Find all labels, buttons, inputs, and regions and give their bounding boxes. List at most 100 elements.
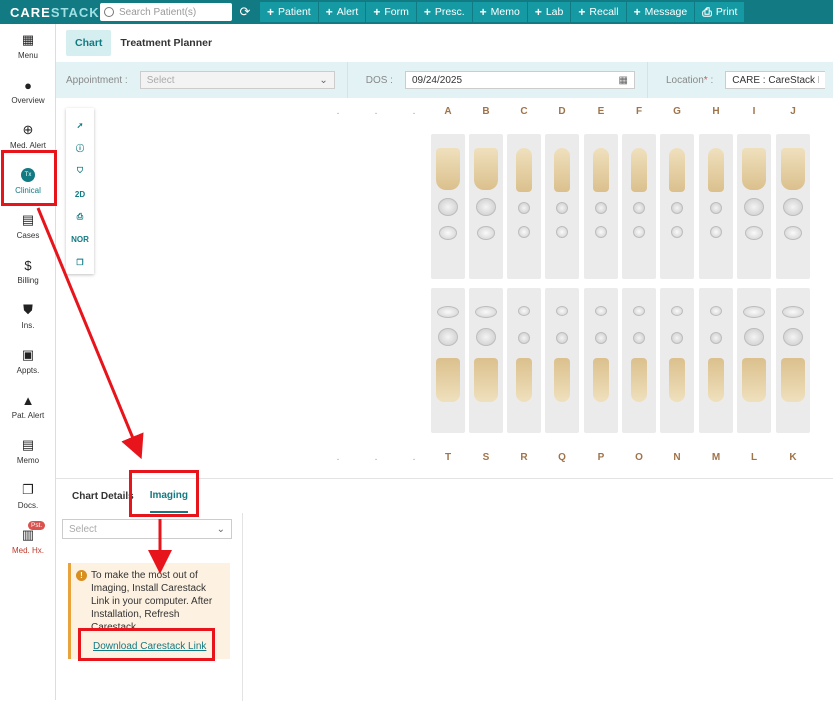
tooth-occlusal-view: [633, 332, 645, 344]
upper-tooth[interactable]: [545, 134, 579, 279]
tooth-label[interactable]: Q: [547, 452, 577, 463]
tooth-label[interactable]: N: [662, 452, 692, 463]
dos-label: DOS :: [365, 74, 393, 86]
lower-tooth[interactable]: [699, 288, 733, 433]
location-select[interactable]: CARE : CareStack D: [725, 71, 826, 89]
sidebar-item-appts[interactable]: ▣ Appts.: [0, 339, 56, 384]
tooth-occlusal-view: [476, 328, 496, 346]
info-icon[interactable]: ⓘ: [66, 137, 94, 160]
lower-tooth[interactable]: [507, 288, 541, 433]
tooth-occlusal-view: [783, 198, 803, 216]
tooth-label[interactable]: J: [778, 106, 808, 117]
tooth-label[interactable]: K: [778, 452, 808, 463]
tooth-label[interactable]: A: [433, 106, 463, 117]
tab-chart[interactable]: Chart: [66, 30, 112, 56]
tooth-root: [742, 358, 766, 402]
printer-icon[interactable]: ⎙: [66, 205, 94, 228]
sidebar-item-ins[interactable]: ⛊ Ins.: [0, 294, 56, 339]
toolbar-button-label: Message: [644, 6, 688, 18]
tooth-label[interactable]: D: [547, 106, 577, 117]
lower-tooth[interactable]: [584, 288, 618, 433]
tooth-label[interactable]: H: [701, 106, 731, 117]
lower-tooth[interactable]: [776, 288, 810, 433]
refresh-icon[interactable]: ⟳: [238, 4, 252, 20]
tooth-root: [474, 148, 498, 190]
tooth-label[interactable]: O: [624, 452, 654, 463]
lower-tooth[interactable]: [545, 288, 579, 433]
sidebar-item-menu[interactable]: ▦ Menu: [0, 24, 56, 69]
sidebar-item-patalert[interactable]: ▲ Pat. Alert: [0, 384, 56, 429]
plus-icon: +: [373, 5, 381, 19]
copy-icon[interactable]: ❐: [66, 251, 94, 274]
tab-chart-details[interactable]: Chart Details: [72, 479, 134, 513]
dollar-doc-icon: $: [24, 257, 32, 273]
lower-tooth[interactable]: [622, 288, 656, 433]
tooth-root: [436, 148, 460, 190]
lower-tooth[interactable]: [431, 288, 465, 433]
tooth-label[interactable]: S: [471, 452, 501, 463]
tooth-label[interactable]: L: [739, 452, 769, 463]
sidebar-item-medhx[interactable]: ▥ Med. Hx. Pst.: [0, 519, 56, 564]
sidebar-item-billing[interactable]: $ Billing: [0, 249, 56, 294]
tooth-label[interactable]: R: [509, 452, 539, 463]
toolbar-print-button[interactable]: ⎙ Print: [695, 2, 745, 22]
tooth-label[interactable]: I: [739, 106, 769, 117]
2d-view-button[interactable]: 2D: [66, 183, 94, 206]
tooth-label[interactable]: E: [586, 106, 616, 117]
carestack-logo[interactable]: CARESTACK: [0, 5, 100, 20]
upper-tooth[interactable]: [737, 134, 771, 279]
appointment-select[interactable]: Select ⌄: [139, 71, 335, 89]
tooth-label[interactable]: P: [586, 452, 616, 463]
tooth-label[interactable]: F: [624, 106, 654, 117]
pointer-icon[interactable]: ➚: [66, 114, 94, 137]
tooth-crown-view: [745, 226, 763, 240]
upper-tooth[interactable]: [469, 134, 503, 279]
toolbar-form-button[interactable]: + Form: [366, 2, 416, 22]
sidebar-item-memo[interactable]: ▤ Memo: [0, 429, 56, 474]
upper-tooth[interactable]: [660, 134, 694, 279]
toolbar-recall-button[interactable]: + Recall: [571, 2, 626, 22]
medical-history-icon: ▥: [21, 527, 35, 542]
tooth-label[interactable]: M: [701, 452, 731, 463]
toolbar-patient-button[interactable]: + Patient: [260, 2, 318, 22]
tooth-icon[interactable]: ⛉: [66, 160, 94, 183]
sidebar-item-docs[interactable]: ❐ Docs.: [0, 474, 56, 519]
chart-tabs: Chart Treatment Planner: [56, 24, 833, 62]
patient-search-input[interactable]: Search Patient(s): [100, 3, 232, 21]
tooth-occlusal-view: [710, 202, 722, 214]
toolbar-button-label: Alert: [336, 6, 359, 18]
memo-icon: ▤: [21, 437, 35, 452]
toolbar-lab-button[interactable]: + Lab: [527, 2, 571, 22]
upper-tooth[interactable]: [584, 134, 618, 279]
toolbar-message-button[interactable]: + Message: [626, 2, 695, 22]
upper-tooth[interactable]: [622, 134, 656, 279]
nor-button[interactable]: NOR: [66, 228, 94, 251]
upper-tooth[interactable]: [776, 134, 810, 279]
tooth-crown-view: [671, 226, 683, 238]
dos-date-input[interactable]: 09/24/2025 ▦: [404, 71, 635, 89]
imaging-select[interactable]: Select ⌄: [62, 519, 232, 539]
location-label: Location* :: [665, 74, 714, 86]
plus-icon: +: [325, 5, 333, 19]
tooth-occlusal-view: [595, 332, 607, 344]
tooth-root: [669, 358, 685, 402]
lower-tooth[interactable]: [469, 288, 503, 433]
sidebar-item-overview[interactable]: ● Overview: [0, 69, 56, 114]
toolbar-alert-button[interactable]: + Alert: [318, 2, 366, 22]
tooth-label[interactable]: B: [471, 106, 501, 117]
upper-tooth[interactable]: [507, 134, 541, 279]
upper-tooth[interactable]: [431, 134, 465, 279]
upper-tooth[interactable]: [699, 134, 733, 279]
lower-tooth[interactable]: [737, 288, 771, 433]
tab-treatment-planner[interactable]: Treatment Planner: [111, 30, 221, 56]
tooth-label[interactable]: T: [433, 452, 463, 463]
tooth-crown-view: [439, 226, 457, 240]
tooth-label[interactable]: C: [509, 106, 539, 117]
toolbar-presc-button[interactable]: + Presc.: [416, 2, 472, 22]
tooth-label[interactable]: G: [662, 106, 692, 117]
toolbar-memo-button[interactable]: + Memo: [472, 2, 527, 22]
chevron-down-icon: ⌄: [319, 74, 328, 86]
tooth-occlusal-view: [476, 198, 496, 216]
sidebar-item-cases[interactable]: ▤ Cases: [0, 204, 56, 249]
lower-tooth[interactable]: [660, 288, 694, 433]
